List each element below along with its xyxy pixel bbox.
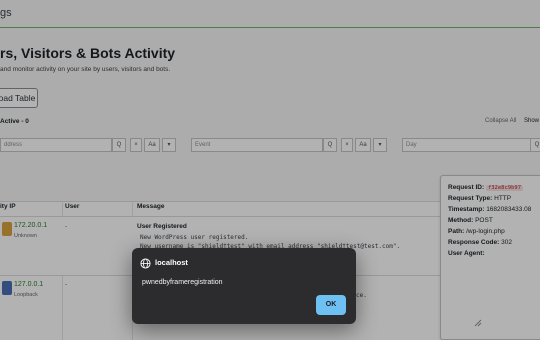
globe-icon — [140, 258, 151, 269]
ok-button[interactable]: OK — [316, 295, 346, 315]
dialog-origin: localhost — [155, 258, 188, 267]
alert-dialog: localhost pwnedbyframeregistration OK — [132, 248, 356, 324]
dialog-message: pwnedbyframeregistration — [142, 279, 223, 286]
browser-viewport: gs rs, Visitors & Bots Activity and moni… — [0, 0, 540, 340]
